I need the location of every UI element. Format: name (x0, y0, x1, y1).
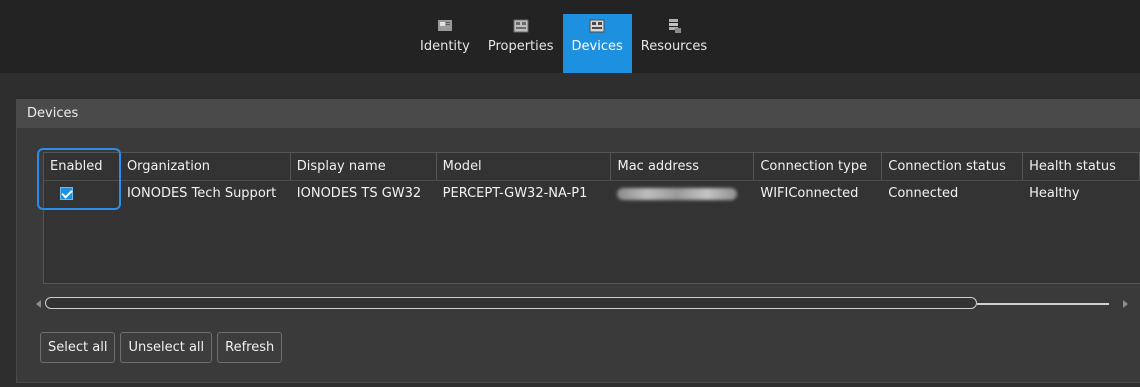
column-header-organization[interactable]: Organization (121, 153, 291, 180)
table-row[interactable]: IONODES Tech Support IONODES TS GW32 PER… (44, 181, 1140, 207)
tab-resources-label: Resources (640, 39, 708, 54)
tab-strip: Identity Properties Devices Resources (411, 14, 716, 73)
tab-devices[interactable]: Devices (562, 14, 632, 73)
resources-icon (668, 19, 681, 33)
top-tab-bar: Identity Properties Devices Resources (0, 0, 1140, 73)
column-header-enabled[interactable]: Enabled (44, 153, 121, 180)
scroll-left-icon[interactable] (36, 300, 41, 308)
select-all-button[interactable]: Select all (40, 332, 116, 363)
tab-devices-label: Devices (571, 39, 623, 54)
column-header-connection-type[interactable]: Connection type (754, 153, 883, 180)
enabled-cell (44, 181, 121, 207)
unselect-all-button[interactable]: Unselect all (120, 332, 213, 363)
refresh-button[interactable]: Refresh (217, 332, 283, 363)
tab-resources[interactable]: Resources (632, 14, 716, 73)
table-header: Enabled Organization Display name Model … (44, 153, 1140, 181)
model-cell: PERCEPT-GW32-NA-P1 (442, 186, 588, 201)
scrollbar-thumb[interactable] (45, 297, 977, 309)
tab-properties[interactable]: Properties (479, 14, 563, 73)
devices-icon (589, 19, 605, 33)
column-header-display-name[interactable]: Display name (291, 153, 437, 180)
action-buttons: Select all Unselect all Refresh (40, 332, 283, 363)
identity-icon (437, 20, 452, 31)
enabled-checkbox[interactable] (60, 187, 73, 200)
health-status-cell: Healthy (1029, 186, 1080, 201)
column-header-connection-status[interactable]: Connection status (882, 153, 1024, 180)
column-header-health-status[interactable]: Health status (1023, 153, 1140, 180)
column-header-model[interactable]: Model (437, 153, 612, 180)
scroll-right-icon[interactable] (1123, 300, 1128, 308)
group-title: Devices (17, 100, 1140, 128)
display-name-cell: IONODES TS GW32 (296, 186, 422, 201)
devices-table: Enabled Organization Display name Model … (43, 152, 1140, 284)
column-header-mac-address[interactable]: Mac address (611, 153, 755, 180)
mac-address-cell (611, 181, 754, 207)
blurred-mac-address (617, 188, 738, 200)
horizontal-scrollbar[interactable] (32, 296, 1132, 312)
tab-properties-label: Properties (487, 39, 554, 54)
connection-status-cell: Connected (888, 186, 959, 201)
tab-identity[interactable]: Identity (411, 14, 479, 73)
tab-identity-label: Identity (420, 39, 470, 54)
organization-cell: IONODES Tech Support (126, 186, 277, 201)
properties-icon (513, 19, 529, 33)
scrollbar-track[interactable] (977, 303, 1109, 305)
connection-type-cell: WIFIConnected (760, 186, 859, 201)
